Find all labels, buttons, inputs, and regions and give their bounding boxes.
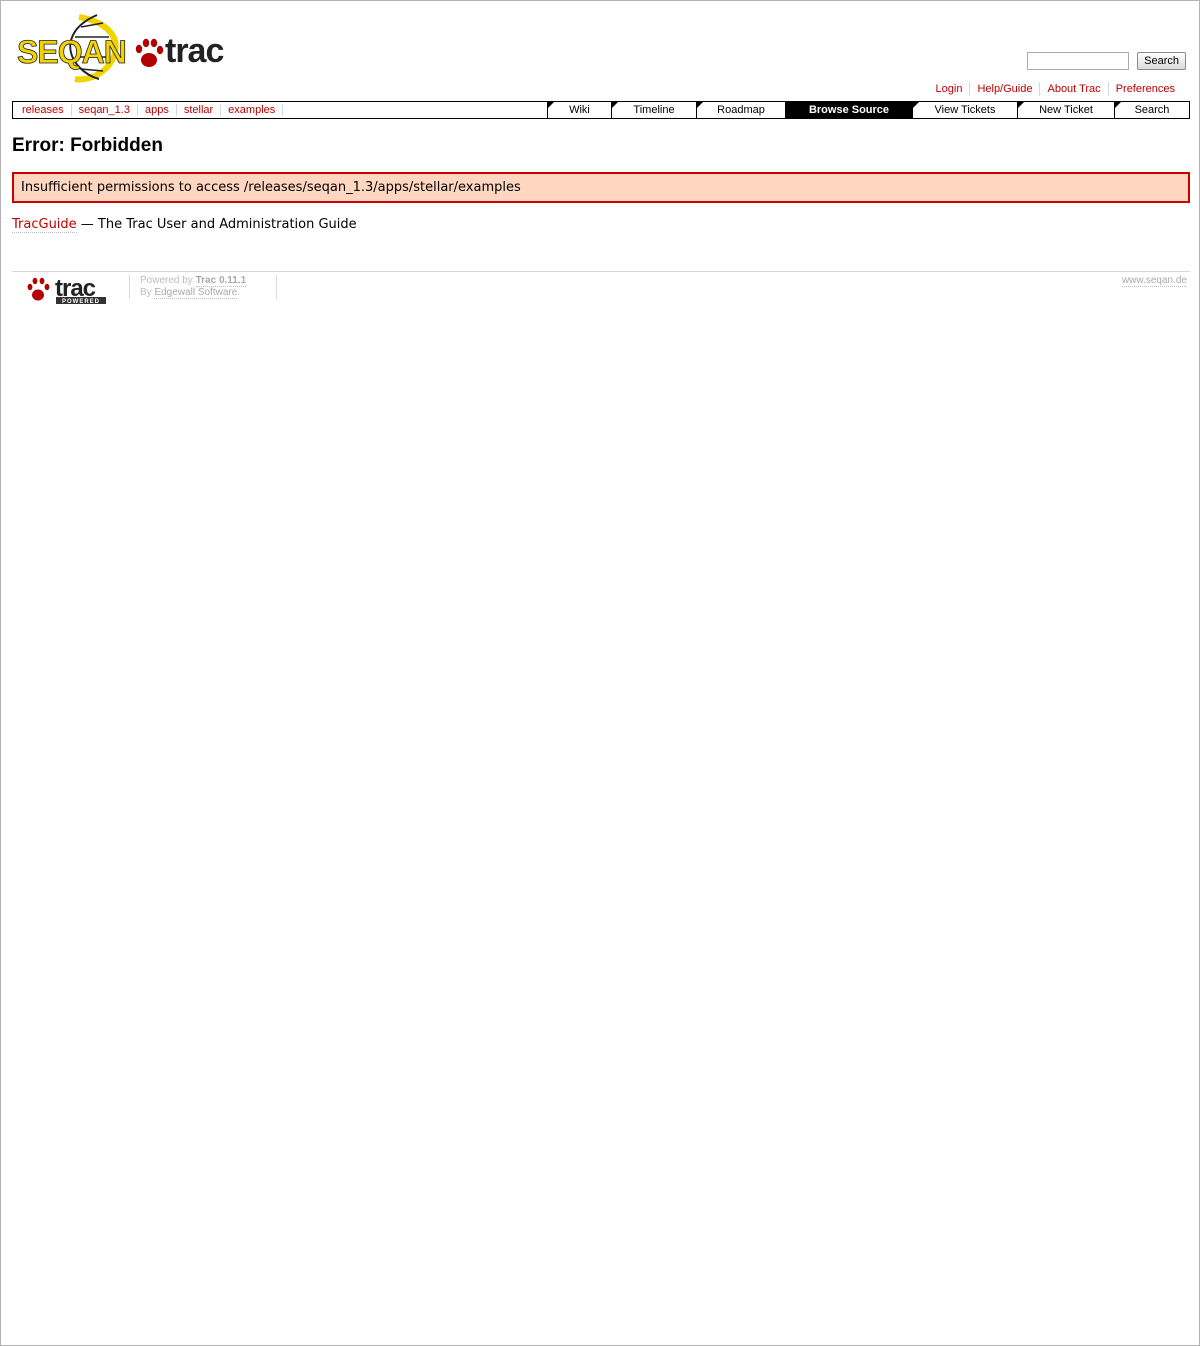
trac-version-link[interactable]: Trac 0.11.1 xyxy=(195,275,247,287)
tab-browse-source[interactable]: Browse Source xyxy=(785,102,912,118)
preferences-link[interactable]: Preferences xyxy=(1107,82,1182,96)
svg-text:SEQAN: SEQAN xyxy=(17,34,126,70)
search-button[interactable]: Search xyxy=(1137,52,1186,70)
error-message: Insufficient permissions to access /rele… xyxy=(12,172,1190,203)
breadcrumb-stellar[interactable]: stellar xyxy=(177,104,222,116)
tab-search[interactable]: Search xyxy=(1114,102,1189,118)
tab-timeline[interactable]: Timeline xyxy=(611,102,696,118)
paw-icon xyxy=(27,277,50,301)
footer-separator xyxy=(129,275,130,299)
tracguide-link[interactable]: TracGuide xyxy=(12,217,77,233)
page-title: Error: Forbidden xyxy=(12,135,163,156)
powered-by: Powered by Trac 0.11.1 By Edgewall Softw… xyxy=(140,275,247,299)
breadcrumb-apps[interactable]: apps xyxy=(138,104,177,116)
site-link-container: www.seqan.de xyxy=(1121,275,1187,287)
tab-view-tickets[interactable]: View Tickets xyxy=(912,102,1017,118)
breadcrumb-seqan-1-3[interactable]: seqan_1.3 xyxy=(72,104,138,116)
login-link[interactable]: Login xyxy=(929,82,970,96)
breadcrumb: releases seqan_1.3 apps stellar examples xyxy=(13,102,547,118)
breadcrumb-releases[interactable]: releases xyxy=(15,104,72,116)
tab-new-ticket[interactable]: New Ticket xyxy=(1017,102,1114,118)
breadcrumb-examples[interactable]: examples xyxy=(221,104,284,116)
main-nav: Wiki Timeline Roadmap Browse Source View… xyxy=(547,102,1189,118)
trac-powered-logo[interactable]: trac POWERED xyxy=(25,275,109,307)
about-trac-link[interactable]: About Trac xyxy=(1039,82,1107,96)
meta-nav: Login Help/Guide About Trac Preferences xyxy=(929,82,1182,96)
guide-description: — The Trac User and Administration Guide xyxy=(76,217,357,232)
paw-icon xyxy=(135,38,164,67)
footer-separator xyxy=(276,275,277,299)
page-frame: SEQAN trac Search Login Help/Guide About… xyxy=(0,0,1200,1346)
edgewall-link[interactable]: Edgewall Software xyxy=(154,287,238,299)
tab-roadmap[interactable]: Roadmap xyxy=(696,102,785,118)
tab-wiki[interactable]: Wiki xyxy=(547,102,611,118)
svg-text:trac: trac xyxy=(165,32,223,70)
search-input[interactable] xyxy=(1027,52,1130,70)
guide-line: TracGuide — The Trac User and Administra… xyxy=(12,217,357,233)
seqan-trac-logo[interactable]: SEQAN trac xyxy=(17,13,229,83)
seqan-site-link[interactable]: www.seqan.de xyxy=(1121,275,1187,287)
error-text: Insufficient permissions to access /rele… xyxy=(21,180,521,195)
footer-divider xyxy=(12,271,1190,272)
nav-bar: releases seqan_1.3 apps stellar examples… xyxy=(12,101,1190,119)
svg-text:POWERED: POWERED xyxy=(62,299,100,305)
help-guide-link[interactable]: Help/Guide xyxy=(969,82,1039,96)
search-form: Search xyxy=(1027,52,1186,70)
